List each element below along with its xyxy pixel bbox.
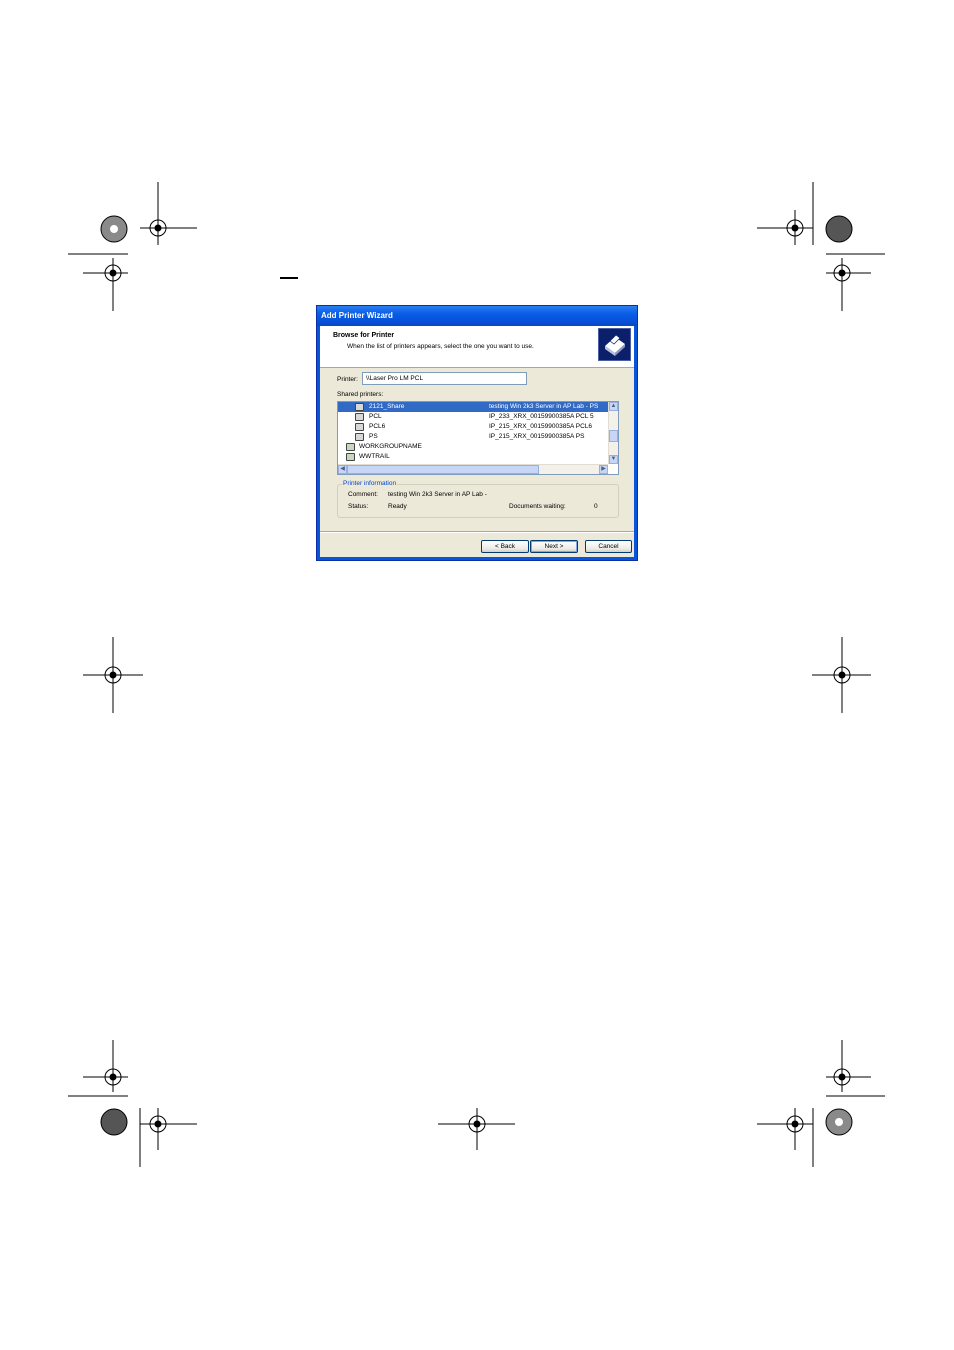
registration-target-icon [83,637,143,713]
list-item-comment: IP_215_XRX_00159900385A PS [489,433,585,440]
vertical-scroll-thumb[interactable] [609,430,618,442]
separator [320,531,634,533]
wizard-header: Browse for Printer When the list of prin… [320,326,634,368]
documents-waiting-value: 0 [594,503,598,510]
registration-target-icon [140,182,197,245]
starburst-mark-icon [100,1108,128,1136]
comment-value: testing Win 2k3 Server in AP Lab - [388,491,487,498]
add-printer-wizard-dialog: Add Printer Wizard Browse for Printer Wh… [316,305,638,561]
registration-target-icon [757,182,814,245]
scroll-left-icon[interactable]: ◀ [338,465,347,474]
starburst-mark-icon [100,215,128,243]
group-legend: Printer information [342,480,398,487]
scroll-right-icon[interactable]: ▶ [599,465,608,474]
registration-target-icon [826,253,885,311]
next-button[interactable]: Next > [530,540,578,553]
dialog-client: Browse for Printer When the list of prin… [320,326,634,557]
registration-target-icon [68,253,128,311]
list-item[interactable]: PCL IP_233_XRX_00159900385A PCL 5 [338,412,608,422]
shared-printers-list[interactable]: 2121_Share testing Win 2k3 Server in AP … [337,401,619,475]
status-value: Ready [388,503,407,510]
list-item-name: 2121_Share [369,403,405,410]
printer-icon [355,413,364,421]
starburst-mark-icon [825,215,853,243]
margin-rule [280,277,298,279]
list-item-name: PS [369,433,378,440]
list-item[interactable]: WWTRAIL [338,452,608,462]
registration-target-icon [438,1108,515,1150]
workgroup-icon [346,453,355,461]
status-label: Status: [348,503,369,510]
list-item[interactable]: PCL6 IP_215_XRX_00159900385A PCL6 [338,422,608,432]
printer-label: Printer: [337,376,358,383]
registration-target-icon [826,1040,885,1097]
registration-target-icon [812,637,871,713]
list-item-name: PCL6 [369,423,386,430]
registration-target-icon [757,1108,814,1167]
documents-waiting-label: Documents waiting: [509,503,566,510]
back-button[interactable]: < Back [481,540,529,553]
list-item[interactable]: 2121_Share testing Win 2k3 Server in AP … [338,402,608,412]
printer-information-group: Printer information Comment: testing Win… [337,480,619,518]
list-item-name: WWTRAIL [359,453,390,460]
header-subtitle: When the list of printers appears, selec… [347,343,534,350]
horizontal-scroll-thumb[interactable] [347,465,539,474]
vertical-scrollbar[interactable]: ▲ ▼ [608,402,618,464]
list-item-comment: IP_233_XRX_00159900385A PCL 5 [489,413,594,420]
starburst-mark-icon [825,1108,853,1136]
list-item[interactable]: WORKGROUPNAME [338,442,608,452]
dialog-title[interactable]: Add Printer Wizard [317,306,637,326]
list-item[interactable]: PS IP_215_XRX_00159900385A PS [338,432,608,442]
shared-printers-label: Shared printers: [337,391,384,398]
scroll-up-icon[interactable]: ▲ [609,402,618,411]
printer-wizard-icon [598,328,631,361]
comment-label: Comment: [348,491,378,498]
crop-marks [68,182,885,1167]
horizontal-scrollbar[interactable]: ◀ ▶ [338,464,608,474]
list-item-name: PCL [369,413,382,420]
list-item-comment: testing Win 2k3 Server in AP Lab - PS [489,403,599,410]
header-title: Browse for Printer [333,332,395,339]
cancel-button[interactable]: Cancel [585,540,632,553]
registration-target-icon [68,1040,128,1097]
printer-icon [355,433,364,441]
list-item-name: WORKGROUPNAME [359,443,422,450]
scroll-down-icon[interactable]: ▼ [609,455,618,464]
printer-icon [355,423,364,431]
workgroup-icon [346,443,355,451]
printer-path-input[interactable]: \\Laser Pro LM PCL [362,372,527,385]
list-item-comment: IP_215_XRX_00159900385A PCL6 [489,423,593,430]
registration-target-icon [139,1108,197,1167]
printer-icon [355,403,364,411]
